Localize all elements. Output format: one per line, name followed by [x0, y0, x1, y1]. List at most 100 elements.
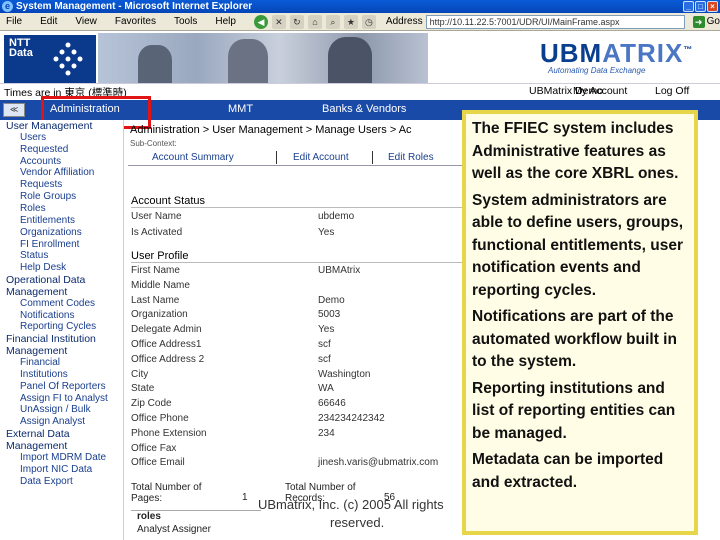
collapse-icon[interactable]: ≪ [3, 103, 25, 117]
field-label: Office Address1 [131, 339, 202, 350]
sidebar-item[interactable]: Comment Codes [20, 298, 95, 309]
sidebar-section-heading: Financial Institution [6, 333, 96, 346]
sidebar-item[interactable]: Help Desk [20, 262, 66, 273]
refresh-icon[interactable]: ↻ [289, 14, 304, 29]
menu-help[interactable]: Help [209, 16, 248, 27]
maximize-button[interactable]: □ [695, 1, 706, 12]
menu-view[interactable]: View [69, 16, 109, 27]
field-value: 234234242342 [318, 413, 385, 424]
field-value: Yes [318, 324, 335, 336]
photo-person [228, 39, 268, 83]
favorites-icon[interactable]: ★ [343, 14, 358, 29]
sidebar: User Management Users Requested Accounts Ven… [0, 120, 124, 540]
sidebar-item[interactable]: Requests [20, 179, 62, 190]
field-value: 5003 [318, 309, 341, 321]
sidebar-item[interactable]: Role Groups [20, 191, 76, 202]
user-profile-title: User Profile [131, 250, 466, 263]
address-input[interactable]: http://10.11.22.5:7001/UDR/UI/MainFrame.… [425, 14, 685, 29]
sidebar-item[interactable]: Assign Analyst [20, 416, 85, 427]
sub-tabs: Account Summary Edit Account Edit Roles [128, 150, 468, 166]
sidebar-item[interactable]: Reporting Cycles [20, 321, 96, 332]
my-account-link[interactable]: My Account [573, 85, 627, 97]
go-arrow-icon: ➜ [692, 15, 705, 28]
ntt-data-logo: NTT Data [4, 35, 96, 83]
sidebar-item[interactable]: FI Enrollment [20, 239, 79, 250]
sidebar-item[interactable]: Financial [20, 357, 60, 368]
sidebar-section-heading: Management [6, 345, 68, 358]
field-value: ubdemo [318, 211, 355, 222]
copyright-text: UBmatrix, Inc. (c) 2005 All rights reser… [258, 496, 470, 532]
field-value: 66646 [318, 398, 346, 410]
sidebar-item[interactable]: UnAssign / Bulk [20, 404, 91, 415]
field-value: Yes [318, 226, 335, 238]
ie-icon: e [2, 1, 13, 12]
callout-paragraph: Metadata can be imported and extracted. [472, 451, 664, 491]
sidebar-item[interactable]: Assign FI to Analyst [20, 393, 108, 404]
callout-paragraph: System administrators are able to define… [472, 191, 684, 299]
history-icon[interactable]: ◷ [361, 14, 376, 29]
sidebar-item[interactable]: Data Export [20, 476, 73, 487]
search-icon[interactable]: ⌕ [325, 14, 340, 29]
sidebar-item[interactable]: Requested [20, 144, 68, 155]
breadcrumb: Administration > User Management > Manag… [130, 124, 412, 136]
log-off-link[interactable]: Log Off [655, 85, 689, 97]
field-label: Delegate Admin [131, 324, 202, 336]
ntt-logo-text: NTT Data [9, 37, 33, 59]
sidebar-item[interactable]: Status [20, 250, 48, 261]
menu-file[interactable]: File [0, 16, 34, 27]
sidebar-item[interactable]: Organizations [20, 227, 82, 238]
ubmatrix-logo: UBMATRIX™ [540, 38, 693, 69]
sidebar-item[interactable]: Accounts [20, 156, 61, 167]
sidebar-item[interactable]: Institutions [20, 369, 68, 380]
field-value: jinesh.varis@ubmatrix.com [318, 457, 439, 469]
home-icon[interactable]: ⌂ [307, 14, 322, 29]
sidebar-item[interactable]: Vendor Affiliation [20, 167, 94, 178]
field-label: Middle Name [131, 279, 190, 291]
window-controls: _ □ × [683, 1, 718, 12]
sidebar-item[interactable]: Panel Of Reporters [20, 381, 106, 392]
tab-mmt[interactable]: MMT [228, 103, 253, 115]
tab-banks-vendors[interactable]: Banks & Vendors [322, 103, 406, 115]
back-icon[interactable]: ◀ [253, 14, 268, 29]
menu-tools[interactable]: Tools [168, 16, 209, 27]
tab-edit-account[interactable]: Edit Account [293, 152, 349, 163]
table-row[interactable]: Analyst Assigner [137, 524, 211, 535]
sidebar-item[interactable]: Import MDRM Date [20, 452, 106, 463]
photo-person [328, 37, 372, 83]
field-label: Zip Code [131, 398, 172, 410]
address-label: Address [385, 16, 423, 27]
sidebar-item[interactable]: Users [20, 132, 46, 143]
sidebar-item[interactable]: Import NIC Data [20, 464, 92, 475]
go-button[interactable]: ➜ Go [692, 15, 720, 28]
sidebar-item[interactable]: Roles [20, 203, 46, 214]
total-pages-value: 1 [242, 492, 248, 503]
menu-favorites[interactable]: Favorites [109, 16, 168, 27]
window-titlebar: e System Management - Microsoft Internet… [0, 0, 720, 13]
field-label: Organization [131, 309, 188, 321]
minimize-button[interactable]: _ [683, 1, 694, 12]
window-title: System Management - Microsoft Internet E… [16, 1, 253, 12]
menu-edit[interactable]: Edit [34, 16, 69, 27]
sidebar-item[interactable]: Notifications [20, 310, 74, 321]
field-value: Demo [318, 294, 345, 306]
sidebar-item[interactable]: Entitlements [20, 215, 75, 226]
stop-icon[interactable]: ✕ [271, 14, 286, 29]
sidebar-section-heading: Management [6, 285, 68, 298]
field-value: scf [318, 339, 331, 350]
tab-account-summary[interactable]: Account Summary [152, 152, 234, 163]
tab-separator [372, 151, 373, 164]
go-label: Go [706, 16, 720, 27]
field-label: Office Fax [131, 442, 177, 454]
photo-person [138, 45, 172, 83]
sidebar-section-heading: External Data [6, 428, 70, 441]
copyright-line2: reserved. [330, 515, 385, 530]
close-button[interactable]: × [707, 1, 718, 12]
roles-table: roles Analyst Assigner [131, 510, 261, 540]
tab-edit-roles[interactable]: Edit Roles [388, 152, 434, 163]
field-label: Office Phone [131, 413, 189, 424]
field-value: scf [318, 353, 331, 365]
callout-paragraph: Notifications are part of the automated … [472, 308, 677, 370]
field-label: First Name [131, 265, 180, 276]
callout-paragraph: Reporting institutions and list of repor… [472, 379, 676, 442]
ubmatrix-logo-accent: ATRIX [602, 38, 684, 68]
